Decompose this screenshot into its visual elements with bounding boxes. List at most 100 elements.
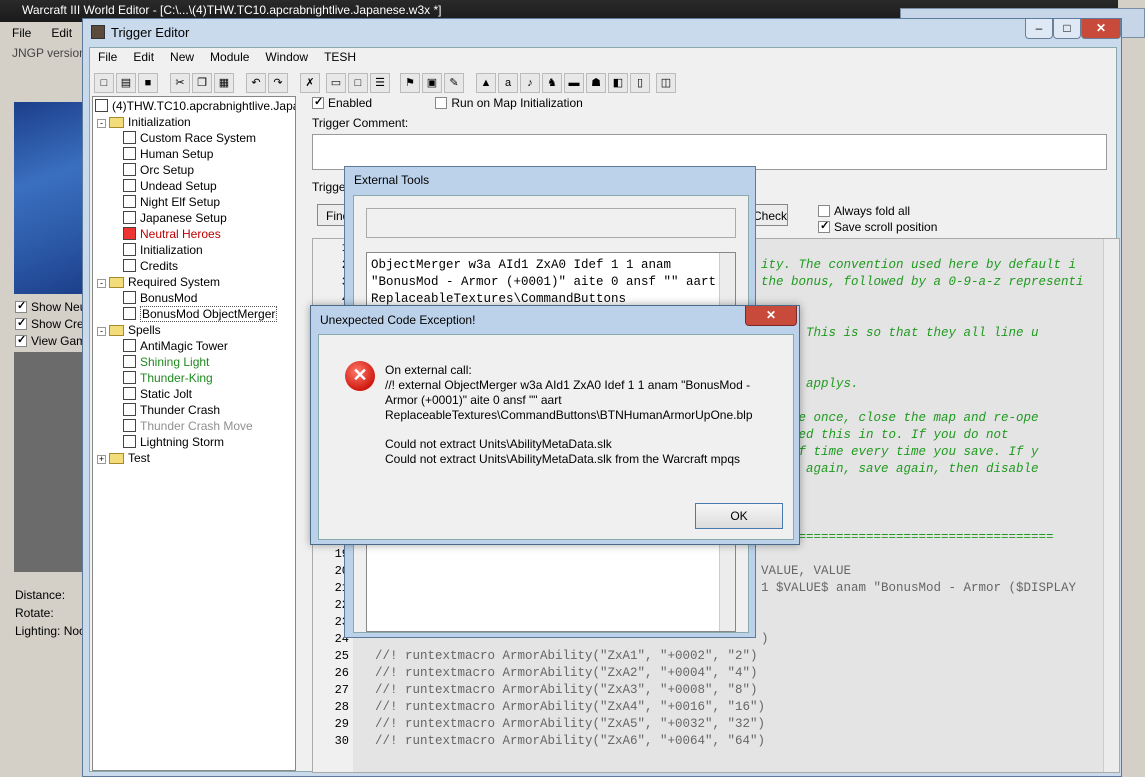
tree-item[interactable]: Neutral Heroes [123,227,221,243]
exception-close-button[interactable]: ✕ [745,306,797,326]
tree-item[interactable]: (4)THW.TC10.apcrabnightlive.Japanese [95,99,295,115]
new-action-icon[interactable]: ✎ [444,73,464,93]
maximize-button[interactable]: □ [1053,19,1081,39]
redo-icon[interactable]: ↷ [268,73,288,93]
tree-item[interactable]: BonusMod [123,291,197,307]
test-map-icon[interactable]: ✗ [300,73,320,93]
new-comment-icon[interactable]: ☰ [370,73,390,93]
tree-item[interactable]: Undead Setup [123,179,217,195]
world-editor-subtitle: JNGP version [12,46,86,60]
tree-item[interactable]: Shining Light [123,355,209,371]
close-button[interactable]: ✕ [1081,19,1121,39]
new-event-icon[interactable]: ⚑ [400,73,420,93]
checkbox-icon [818,205,830,217]
new-category-icon[interactable]: ▭ [326,73,346,93]
module-icon[interactable]: ◫ [656,73,676,93]
line-number: 26 [334,666,349,680]
we-menu-file[interactable]: File [12,26,31,40]
code-scrollbar[interactable] [1103,239,1119,772]
trigger-editor-icon [91,25,105,39]
trigger-editor-titlebar: Trigger Editor – □ ✕ [83,19,1123,47]
paste-icon[interactable]: ▦ [214,73,234,93]
tree-item-label: Initialization [128,115,191,129]
tree-expander-icon[interactable]: - [97,119,106,128]
trigger-icon [123,307,136,320]
tree-item-label: Undead Setup [140,179,217,193]
menu-module[interactable]: Module [210,50,249,64]
tree-item[interactable]: AntiMagic Tower [123,339,228,355]
menu-file[interactable]: File [98,50,117,64]
object-manager-icon[interactable]: ▯ [630,73,650,93]
we-menu-edit[interactable]: Edit [51,26,72,40]
trigger-icon [123,163,136,176]
new-trigger-icon[interactable]: □ [348,73,368,93]
tree-item[interactable]: BonusMod ObjectMerger [123,306,278,323]
code-line: ity. The convention used here by default… [761,258,1077,272]
tree-item[interactable]: Thunder-King [123,371,213,387]
save-icon[interactable]: ■ [138,73,158,93]
campaign-editor-icon[interactable]: ▬ [564,73,584,93]
menu-tesh[interactable]: TESH [324,50,356,64]
tree-category[interactable]: - Required System [97,275,220,291]
code-line: //! runtextmacro ArmorAbility("ZxA2", "+… [375,666,758,680]
exception-line: //! external ObjectMerger w3a AId1 ZxA0 … [385,378,753,422]
import-manager-icon[interactable]: ◧ [608,73,628,93]
menu-new[interactable]: New [170,50,194,64]
menu-window[interactable]: Window [265,50,308,64]
tree-item[interactable]: Orc Setup [123,163,194,179]
tree-expander-icon[interactable]: - [97,279,106,288]
save-scroll-checkbox[interactable]: Save scroll position [818,219,937,234]
code-line: //! runtextmacro ArmorAbility("ZxA6", "+… [375,734,766,748]
tree-item[interactable]: Thunder Crash [123,403,220,419]
trigger-options-row: Enabled Run on Map Initialization [312,95,712,114]
tree-item[interactable]: Japanese Setup [123,211,227,227]
copy-icon[interactable]: ❐ [192,73,212,93]
cut-icon[interactable]: ✂ [170,73,190,93]
tree-item-label: Static Jolt [140,387,193,401]
tree-item[interactable]: Lightning Storm [123,435,224,451]
trigger-tree[interactable]: (4)THW.TC10.apcrabnightlive.Japanese - Ini… [92,96,296,771]
tree-item[interactable]: Custom Race System [123,131,256,147]
always-fold-checkbox[interactable]: Always fold all [818,204,910,218]
tree-item[interactable]: Initialization [123,243,203,259]
undo-icon[interactable]: ↶ [246,73,266,93]
disabled-trigger-icon [123,227,136,240]
tree-item[interactable]: Static Jolt [123,387,192,403]
minimap[interactable] [14,102,86,294]
tree-item[interactable]: Human Setup [123,147,213,163]
run-on-init-checkbox[interactable]: Run on Map Initialization [435,96,583,110]
tree-expander-icon[interactable]: + [97,455,106,464]
trigger-editor-icon-button[interactable]: a [498,73,518,93]
tree-category[interactable]: - Spells [97,323,161,339]
trigger-editor-menubar: File Edit New Module Window TESH [90,48,1116,68]
new-icon[interactable]: □ [94,73,114,93]
tree-item-label: Spells [128,323,161,337]
code-line: //! runtextmacro ArmorAbility("ZxA3", "+… [375,683,758,697]
code-line: //! runtextmacro ArmorAbility("ZxA1", "+… [375,649,758,663]
menu-edit[interactable]: Edit [133,50,154,64]
code-line: igger again, save again, then disable [761,462,1039,476]
line-number: 30 [334,734,349,748]
checkbox-checked-icon [15,317,27,330]
open-icon[interactable]: ▤ [116,73,136,93]
tree-expander-icon[interactable]: - [97,327,106,336]
tree-item[interactable]: Thunder Crash Move [123,419,253,435]
tree-category[interactable]: - Initialization [97,115,191,131]
trigger-comment-input[interactable] [312,134,1107,170]
code-line: the bonus, followed by a 0-9-a-z represe… [761,275,1084,289]
new-condition-icon[interactable]: ▣ [422,73,442,93]
object-editor-icon[interactable]: ♞ [542,73,562,93]
ok-button[interactable]: OK [695,503,783,529]
tree-item[interactable]: Credits [123,259,178,275]
tree-category[interactable]: + Test [97,451,150,467]
terrain-editor-icon[interactable]: ▲ [476,73,496,93]
folder-icon [109,325,124,336]
code-line: lity. This is so that they all line u [761,326,1039,340]
ai-editor-icon[interactable]: ☗ [586,73,606,93]
enabled-checkbox[interactable]: Enabled [312,95,372,110]
world-editor-menu: File Edit [0,26,90,46]
sound-editor-icon[interactable]: ♪ [520,73,540,93]
tree-item[interactable]: Night Elf Setup [123,195,220,211]
external-tools-title: External Tools [354,173,430,187]
minimize-button[interactable]: – [1025,19,1053,39]
